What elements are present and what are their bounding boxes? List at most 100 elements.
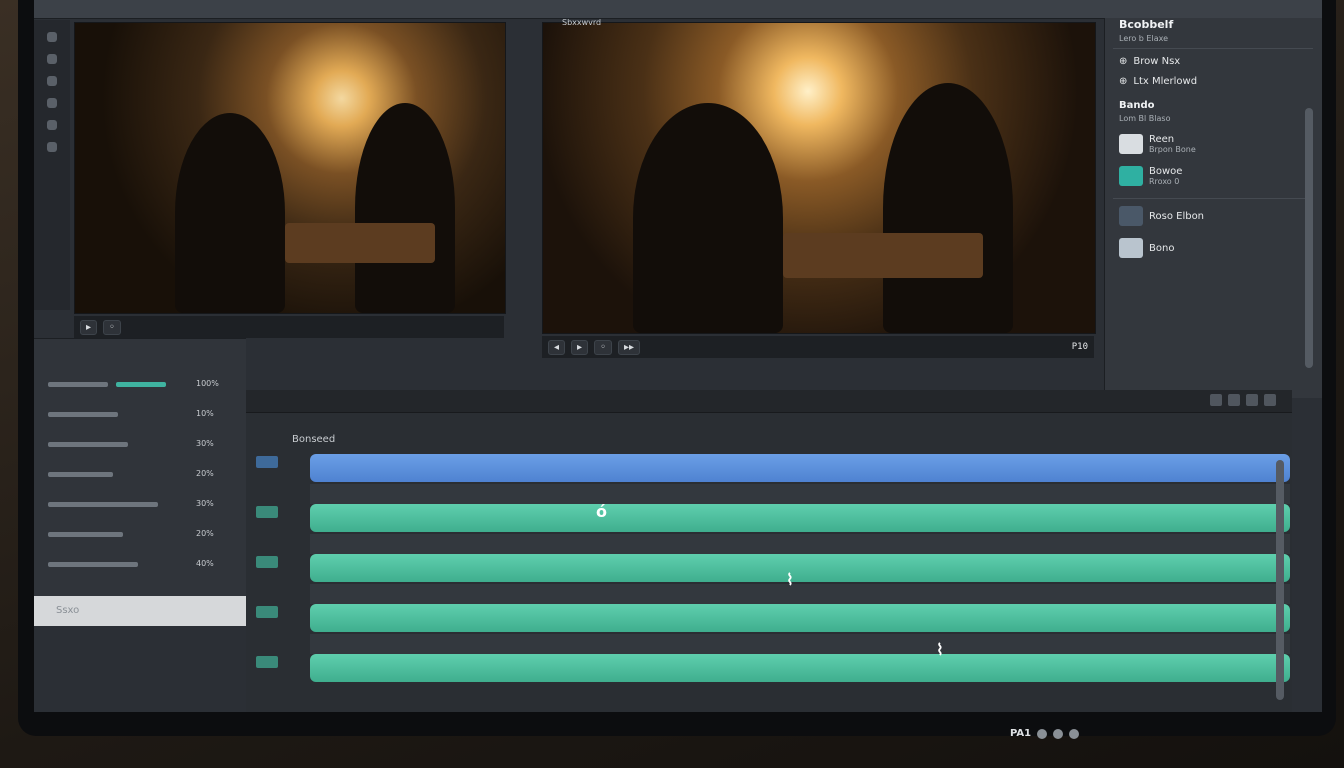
link-icon[interactable] (1228, 394, 1240, 406)
plus-icon: ⊕ (1119, 56, 1128, 67)
program-timecode: P10 (1071, 342, 1088, 352)
track-header-a1[interactable] (256, 506, 278, 518)
project-scrollbar[interactable] (1305, 108, 1313, 368)
menu-bar (34, 0, 1322, 19)
timeline-panel: Bonseed ó ⌇ ⌇ (246, 390, 1292, 712)
effects-panel: 100% 10% 30% 20% 30% 20% 40% (34, 338, 246, 615)
status-label: PA1 (1010, 728, 1032, 739)
source-table (285, 223, 435, 263)
media-item-sub: Rroxo 0 (1149, 177, 1180, 186)
effect-bar (48, 381, 108, 387)
media-item[interactable]: Bono (1119, 238, 1174, 258)
effect-bar (48, 471, 113, 477)
audio-track-clip[interactable] (310, 604, 1290, 632)
effect-value: 100% (196, 379, 219, 388)
media-item-label: Bono (1149, 242, 1175, 254)
media-item[interactable]: Roso Elbon (1119, 206, 1204, 226)
timeline-marker[interactable]: ó (596, 502, 607, 521)
timeline-scrollbar[interactable] (1276, 460, 1284, 700)
tool-pen-icon[interactable] (47, 142, 57, 152)
track-gap (310, 534, 1290, 554)
track-header-v1[interactable] (256, 456, 278, 468)
source-figure-right (355, 103, 455, 313)
play-button[interactable]: ▸ (571, 339, 589, 355)
project-title: Bcobbelf (1119, 18, 1174, 31)
media-item-label: Bowoe (1149, 166, 1183, 177)
source-viewer[interactable] (74, 22, 506, 314)
source-mark-button[interactable]: ◦ (103, 319, 121, 335)
media-item-label: Roso Elbon (1149, 210, 1205, 222)
timeline-marker[interactable]: ⌇ (936, 640, 944, 659)
sequence-label: Bonseed (292, 434, 336, 445)
track-gap (310, 584, 1290, 604)
track-header-a3[interactable] (256, 606, 278, 618)
media-thumbnail (1119, 206, 1143, 226)
effect-value: 20% (196, 469, 214, 478)
media-thumbnail (1119, 134, 1143, 154)
source-play-button[interactable]: ▸ (80, 319, 98, 335)
project-subtitle: Lero b Elaxe (1119, 34, 1168, 43)
effect-row[interactable] (48, 439, 128, 449)
tool-hand-icon[interactable] (47, 76, 57, 86)
tool-select-icon[interactable] (47, 32, 57, 42)
loop-button[interactable]: ◦ (594, 339, 612, 355)
divider (1113, 198, 1313, 199)
snap-icon[interactable] (1210, 394, 1222, 406)
tool-text-icon[interactable] (47, 120, 57, 130)
action-new[interactable]: ⊕ Brow Nsx (1119, 56, 1180, 67)
video-track-clip[interactable] (310, 454, 1290, 482)
track-header-a4[interactable] (256, 656, 278, 668)
program-viewer[interactable] (542, 22, 1096, 334)
status-dot-icon[interactable] (1037, 728, 1048, 739)
effect-row[interactable] (48, 409, 118, 419)
media-item[interactable]: Bowoe Rroxo 0 (1119, 166, 1182, 186)
section-subtitle: Lom Bl Blaso (1119, 114, 1171, 123)
marker-icon[interactable] (1246, 394, 1258, 406)
effects-search-input[interactable]: Ssxo (34, 596, 246, 626)
tool-rail (34, 20, 70, 310)
action-import-label: Ltx Mlerlowd (1133, 76, 1198, 87)
track-header-a2[interactable] (256, 556, 278, 568)
effect-row[interactable] (48, 379, 166, 389)
tool-razor-icon[interactable] (47, 54, 57, 64)
fast-forward-button[interactable]: ▸▸ (617, 339, 641, 355)
editor-screen: ▸ ◦ Sbxxwvrd ◂ ▸ ◦ ▸▸ P10 Bcobbelf Lero … (34, 0, 1322, 712)
effect-row[interactable] (48, 469, 113, 479)
divider (1113, 48, 1313, 49)
action-import[interactable]: ⊕ Ltx Mlerlowd (1119, 76, 1197, 87)
audio-track-clip[interactable] (310, 554, 1290, 582)
timeline-marker[interactable]: ⌇ (786, 570, 794, 589)
program-controls: ◂ ▸ ◦ ▸▸ P10 (542, 336, 1094, 358)
effect-row[interactable] (48, 499, 158, 509)
media-item-sub: Brpon Bone (1149, 145, 1196, 154)
effect-value: 20% (196, 529, 214, 538)
prev-frame-button[interactable]: ◂ (548, 339, 566, 355)
tool-zoom-icon[interactable] (47, 98, 57, 108)
timeline-ruler[interactable] (246, 390, 1292, 413)
program-viewer-title: Sbxxwvrd (562, 18, 602, 27)
effect-bar (48, 441, 128, 447)
program-figure-right (883, 83, 1013, 333)
status-bar: PA1 (1010, 728, 1080, 739)
status-dot-icon[interactable] (1069, 728, 1080, 739)
timeline-toolbar (1210, 394, 1276, 406)
plus-icon: ⊕ (1119, 76, 1128, 87)
section-title: Bando (1119, 100, 1155, 111)
audio-track-clip[interactable] (310, 654, 1290, 682)
settings-icon[interactable] (1264, 394, 1276, 406)
effect-row[interactable] (48, 559, 138, 569)
source-figure-left (175, 113, 285, 313)
status-dot-icon[interactable] (1053, 728, 1064, 739)
effect-value: 30% (196, 439, 214, 448)
project-panel: Bcobbelf Lero b Elaxe ⊕ Brow Nsx ⊕ Ltx M… (1104, 18, 1322, 398)
audio-track-clip[interactable] (310, 504, 1290, 532)
track-gap (310, 484, 1290, 504)
source-controls: ▸ ◦ (74, 316, 504, 338)
effect-row[interactable] (48, 529, 123, 539)
media-item-label: Reen (1149, 134, 1175, 145)
media-thumbnail (1119, 166, 1143, 186)
media-thumbnail (1119, 238, 1143, 258)
effect-bar (48, 531, 123, 537)
media-item[interactable]: Reen Brpon Bone (1119, 134, 1196, 154)
effect-bar (48, 501, 158, 507)
